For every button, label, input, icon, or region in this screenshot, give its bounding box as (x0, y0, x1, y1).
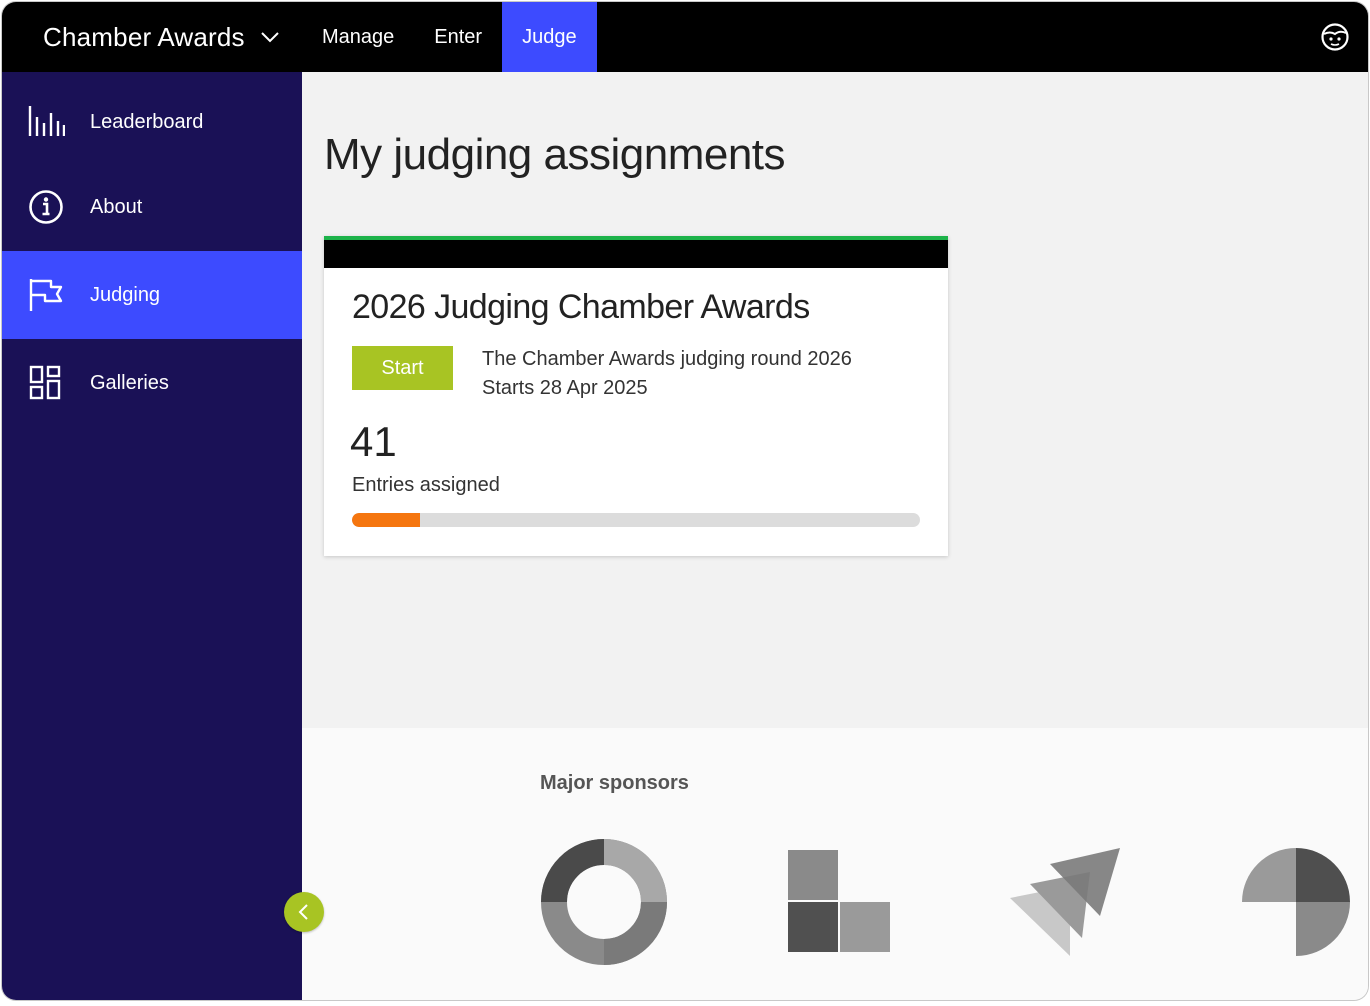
start-button[interactable]: Start (352, 346, 453, 390)
progress-fill (352, 513, 421, 527)
sponsor-logo-blocks[interactable] (788, 850, 892, 954)
entries-count-label: Entries assigned (352, 474, 500, 496)
card-header-bar (324, 236, 948, 268)
sidebar-item-leaderboard[interactable]: Leaderboard (2, 78, 302, 166)
sidebar-item-about[interactable]: About (2, 163, 302, 251)
main-content: My judging assignments 2026 Judging Cham… (302, 72, 1368, 728)
program-switcher[interactable]: Chamber Awards (43, 2, 281, 72)
main-nav: Manage Enter Judge (302, 2, 597, 72)
bar-chart-icon (28, 106, 65, 136)
sidebar-item-label: Judging (90, 283, 161, 306)
program-name: Chamber Awards (43, 21, 245, 52)
nav-enter-label: Enter (434, 25, 483, 48)
sponsors-title: Major sponsors (540, 772, 689, 794)
judging-progress-bar (352, 513, 920, 527)
nav-judge-label: Judge (522, 25, 577, 48)
card-title: 2026 Judging Chamber Awards (352, 288, 810, 326)
chevron-down-icon (261, 32, 279, 43)
sponsor-logo-quarter-circle[interactable] (1240, 846, 1352, 958)
page-title: My judging assignments (324, 130, 786, 179)
sidebar-item-galleries[interactable]: Galleries (2, 339, 302, 427)
nav-judge[interactable]: Judge (502, 2, 597, 72)
app-window: Chamber Awards Manage Enter Judge Leader… (2, 2, 1368, 1000)
top-bar: Chamber Awards Manage Enter Judge (2, 2, 1368, 72)
sponsors-section: Major sponsors (302, 728, 1368, 1000)
sidebar-item-judging[interactable]: Judging (2, 251, 302, 339)
sidebar-item-label: Galleries (90, 371, 169, 394)
sidebar-item-label: Leaderboard (90, 110, 204, 133)
sponsor-logo-ring[interactable] (540, 838, 668, 966)
collapse-sidebar-button[interactable] (284, 892, 324, 932)
user-face-icon[interactable] (1320, 22, 1350, 52)
chevron-left-icon (298, 904, 308, 920)
sponsor-logo-arrows[interactable] (1010, 846, 1122, 958)
dashboard-grid-icon (29, 365, 61, 400)
entries-count: 41 (350, 418, 397, 465)
nav-enter[interactable]: Enter (414, 2, 502, 72)
judging-assignment-card: 2026 Judging Chamber Awards Start The Ch… (324, 236, 948, 556)
sidebar: Leaderboard About Judging Galleries (2, 72, 302, 1000)
round-start-date: Starts 28 Apr 2025 (482, 377, 648, 399)
nav-manage[interactable]: Manage (302, 2, 414, 72)
info-icon (29, 190, 63, 224)
nav-manage-label: Manage (322, 25, 395, 48)
round-description: The Chamber Awards judging round 2026 (482, 348, 852, 370)
sidebar-item-label: About (90, 195, 143, 218)
flag-icon (29, 279, 63, 311)
